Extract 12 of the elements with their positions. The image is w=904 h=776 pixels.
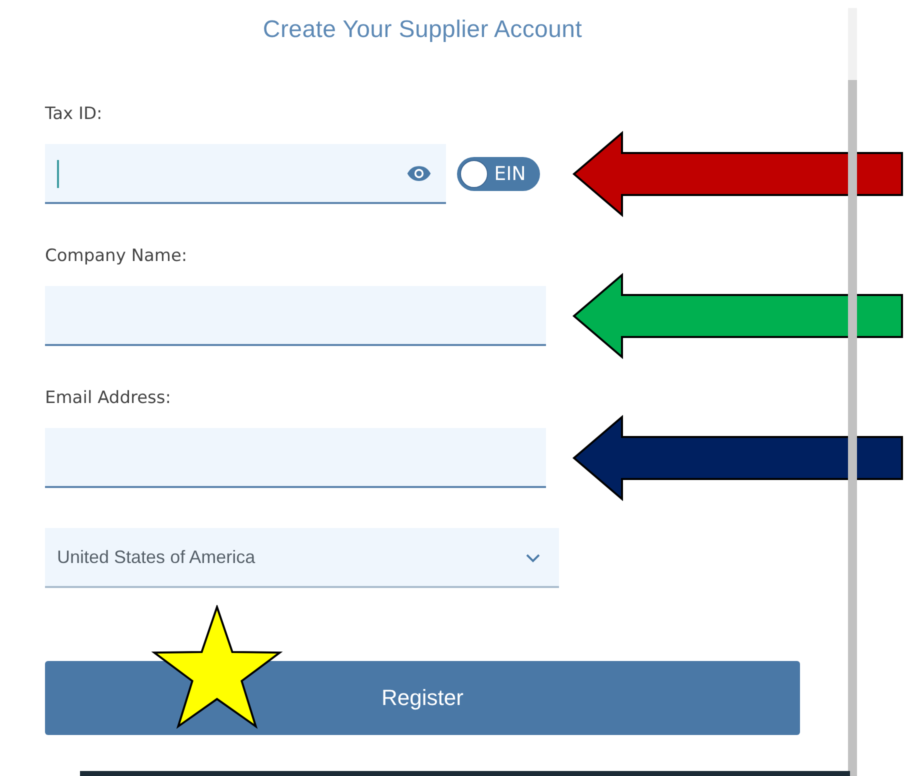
register-button[interactable]: Register: [45, 661, 800, 735]
input-field[interactable]: [45, 144, 446, 204]
field-label: Tax ID:: [45, 104, 104, 126]
ein-toggle[interactable]: EIN: [457, 157, 540, 191]
form-title: Create Your Supplier Account: [262, 15, 584, 44]
country-dropdown[interactable]: United States of America: [45, 528, 559, 588]
field-label: Company Name:: [45, 246, 188, 268]
eye-icon[interactable]: [406, 165, 432, 182]
chevron-down-icon: [525, 553, 541, 563]
input-field[interactable]: [45, 286, 546, 346]
field-label: Email Address:: [45, 388, 172, 410]
input-field[interactable]: [45, 428, 546, 488]
